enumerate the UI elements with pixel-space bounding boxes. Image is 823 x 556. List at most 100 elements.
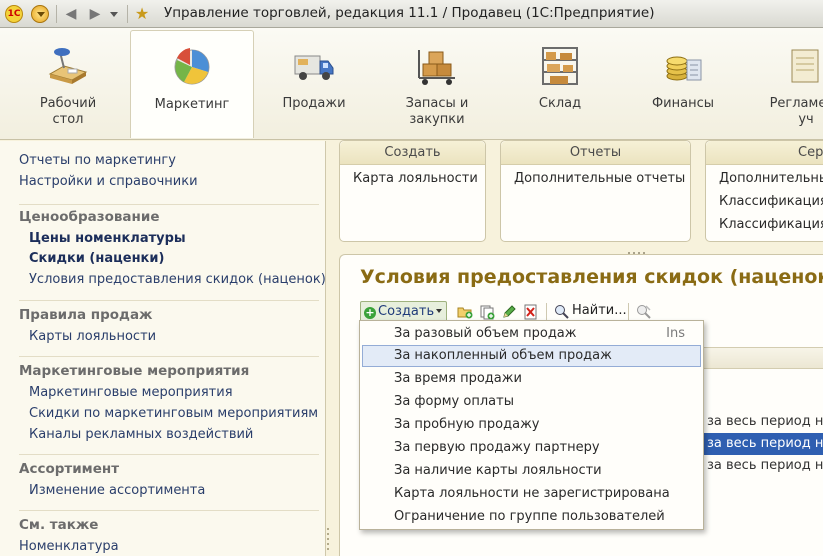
menu-item-shortcut: Ins xyxy=(666,326,685,341)
nav-link-ad-channels[interactable]: Каналы рекламных воздействий xyxy=(29,427,253,442)
nav-link-discounts[interactable]: Скидки (наценки) xyxy=(29,251,164,266)
table-cell-period: за весь период не xyxy=(707,414,823,429)
nav-link-nomenclature[interactable]: Номенклатура xyxy=(19,539,119,554)
menu-item-label: За форму оплаты xyxy=(394,394,514,409)
copy-icon[interactable] xyxy=(479,304,495,320)
section-warehouse[interactable]: Склад xyxy=(500,30,620,138)
history-dropdown-icon[interactable] xyxy=(108,5,126,23)
title-separator xyxy=(127,5,128,23)
sections-panel: Рабочий стол Маркетинг Продажи Запасы и … xyxy=(0,28,823,140)
section-finance[interactable]: Финансы xyxy=(620,30,746,138)
section-stock-purchases[interactable]: Запасы и закупки xyxy=(374,30,500,138)
search-icon xyxy=(555,305,569,319)
chevron-down-icon xyxy=(436,309,443,313)
section-label: Продажи xyxy=(282,96,346,111)
nav-divider xyxy=(19,356,319,357)
menu-item-label: За время продажи xyxy=(394,371,522,386)
nav-link-marketing-reports[interactable]: Отчеты по маркетингу xyxy=(19,153,176,168)
nav-divider xyxy=(19,204,319,205)
menu-item-first-sale-partner[interactable]: За первую продажу партнеру xyxy=(362,437,701,459)
nav-group-assortment: Ассортимент xyxy=(19,461,120,477)
app-logo-icon: 1С xyxy=(5,5,23,23)
nav-link-loyalty-cards[interactable]: Карты лояльности xyxy=(29,329,156,344)
find-button[interactable]: Найти... xyxy=(572,303,627,318)
section-label: Регламент уч xyxy=(769,96,823,127)
action-group-header: Сер xyxy=(706,141,823,165)
action-group-create: Создать Карта лояльности xyxy=(339,140,486,242)
menu-item-accumulated-volume[interactable]: За накопленный объем продаж xyxy=(362,345,701,367)
nav-divider xyxy=(19,454,319,455)
form-title: Условия предоставления скидок (наценок) xyxy=(360,266,823,288)
nav-link-marketing-events[interactable]: Маркетинговые мероприятия xyxy=(29,385,233,400)
favorites-star-icon[interactable]: ★ xyxy=(133,5,151,23)
menu-item-label: За накопленный объем продаж xyxy=(394,348,612,363)
cancel-search-icon[interactable] xyxy=(636,304,652,320)
add-folder-icon[interactable] xyxy=(457,304,473,320)
boxes-cart-icon xyxy=(418,50,455,85)
window-title: Управление торговлей, редакция 11.1 / Пр… xyxy=(164,5,655,21)
nav-link-discount-conditions[interactable]: Условия предоставления скидок (наценок) xyxy=(29,272,326,287)
panel-resize-grip[interactable] xyxy=(327,528,330,556)
menu-item-label: За пробную продажу xyxy=(394,417,540,432)
action-service-item[interactable]: Классификация xyxy=(719,217,823,232)
section-label: Рабочий стол xyxy=(39,96,97,127)
section-label: Финансы xyxy=(651,96,715,111)
section-label: Склад xyxy=(538,96,582,111)
action-service-item[interactable]: Классификация xyxy=(719,194,823,209)
section-regulations[interactable]: Регламент уч xyxy=(746,30,823,138)
toolbar-separator xyxy=(628,303,629,321)
table-cell-period: за весь период не xyxy=(707,458,823,473)
warehouse-shelves-icon xyxy=(542,47,578,85)
action-additional-reports[interactable]: Дополнительные отчеты xyxy=(514,171,685,186)
nav-link-item-prices[interactable]: Цены номенклатуры xyxy=(29,231,186,246)
plus-icon: + xyxy=(364,306,376,319)
menu-item-label: За первую продажу партнеру xyxy=(394,440,600,455)
nav-divider xyxy=(19,510,319,511)
desk-lamp-icon xyxy=(48,48,88,84)
menu-item-label: За разовый объем продаж xyxy=(394,326,577,341)
menu-item-label: За наличие карты лояльности xyxy=(394,463,602,478)
create-dropdown-menu: За разовый объем продаж Ins За накопленн… xyxy=(359,320,704,530)
nav-link-assortment-change[interactable]: Изменение ассортимента xyxy=(29,483,205,498)
navigation-panel: Отчеты по маркетингу Настройки и справоч… xyxy=(0,141,326,556)
nav-group-marketing-events: Маркетинговые мероприятия xyxy=(19,363,250,379)
regulations-icon xyxy=(791,49,819,83)
menu-item-payment-form[interactable]: За форму оплаты xyxy=(362,391,701,413)
menu-item-one-time-volume[interactable]: За разовый объем продаж Ins xyxy=(362,323,701,345)
section-label: Маркетинг xyxy=(154,97,230,112)
back-arrow-icon[interactable]: ◀ xyxy=(62,5,80,23)
nav-divider xyxy=(19,300,319,301)
section-sales[interactable]: Продажи xyxy=(254,30,374,138)
section-label: Запасы и закупки xyxy=(405,96,469,127)
menu-item-loyalty-card-presence[interactable]: За наличие карты лояльности xyxy=(362,460,701,482)
nav-group-sales-rules: Правила продаж xyxy=(19,307,153,323)
menu-item-trial-sale[interactable]: За пробную продажу xyxy=(362,414,701,436)
menu-item-label: Карта лояльности не зарегистрирована xyxy=(394,486,670,501)
forward-arrow-icon[interactable]: ▶ xyxy=(86,5,104,23)
menu-item-sale-time[interactable]: За время продажи xyxy=(362,368,701,390)
action-group-header: Создать xyxy=(340,141,485,165)
action-group-reports: Отчеты Дополнительные отчеты xyxy=(500,140,691,242)
nav-link-settings-catalogs[interactable]: Настройки и справочники xyxy=(19,174,198,189)
title-separator xyxy=(56,5,57,23)
coins-icon xyxy=(666,56,702,81)
menu-item-loyalty-card-unregistered[interactable]: Карта лояльности не зарегистрирована xyxy=(362,483,701,505)
section-marketing[interactable]: Маркетинг xyxy=(130,30,254,138)
pie-chart-icon xyxy=(174,48,210,85)
main-menu-button[interactable] xyxy=(31,5,49,23)
action-service-item[interactable]: Дополнительны xyxy=(719,171,823,186)
action-group-header: Отчеты xyxy=(501,141,690,165)
truck-icon xyxy=(294,55,334,80)
action-create-loyalty-card[interactable]: Карта лояльности xyxy=(353,171,478,186)
delete-mark-icon[interactable] xyxy=(523,304,539,320)
section-desktop[interactable]: Рабочий стол xyxy=(6,30,130,138)
menu-item-label: Ограничение по группе пользователей xyxy=(394,509,665,524)
nav-group-see-also: См. также xyxy=(19,517,99,533)
toolbar-separator xyxy=(546,303,547,321)
edit-pencil-icon[interactable] xyxy=(501,304,517,320)
nav-link-event-discounts[interactable]: Скидки по маркетинговым мероприятиям xyxy=(29,406,318,421)
title-bar: 1С ◀ ▶ ★ Управление торговлей, редакция … xyxy=(0,0,823,28)
menu-item-user-group-restriction[interactable]: Ограничение по группе пользователей xyxy=(362,506,701,528)
nav-group-pricing: Ценообразование xyxy=(19,209,160,225)
create-button-label: Создать xyxy=(378,304,435,319)
